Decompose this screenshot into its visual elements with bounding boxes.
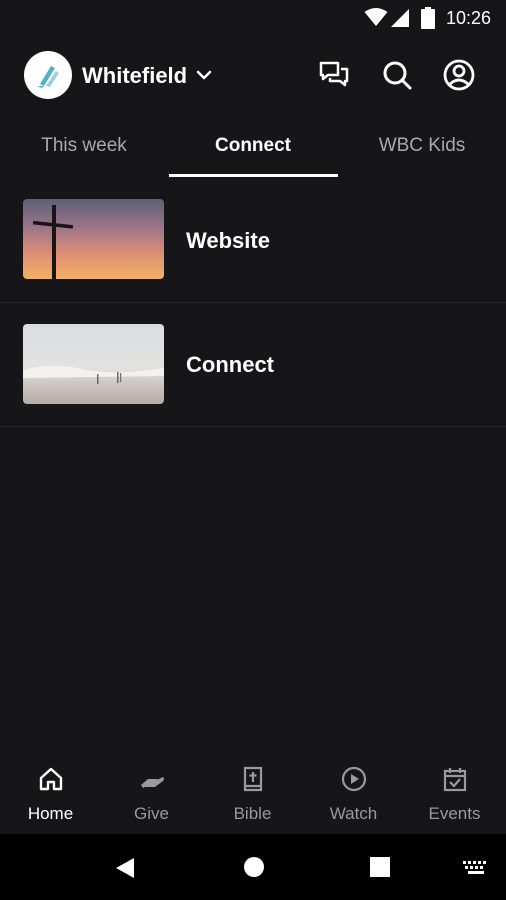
calendar-check-icon <box>443 768 467 792</box>
bible-icon <box>243 766 263 792</box>
nav-home[interactable]: Home <box>0 752 101 834</box>
chat-icon[interactable] <box>316 57 352 93</box>
recents-icon[interactable] <box>369 856 391 878</box>
nav-home-label: Home <box>27 804 74 823</box>
play-circle-icon <box>341 766 367 792</box>
connect-thumbnail <box>23 324 164 404</box>
tab-wbc-kids[interactable]: WBC Kids <box>338 126 506 178</box>
status-bar: 10:26 <box>0 0 506 36</box>
tab-connect[interactable]: Connect <box>169 126 337 178</box>
account-icon[interactable] <box>441 57 477 93</box>
give-icon <box>141 777 164 788</box>
logo-mark-icon <box>37 66 59 88</box>
website-thumbnail <box>23 199 164 279</box>
battery-icon <box>421 7 435 29</box>
church-name[interactable]: Whitefield <box>82 63 187 89</box>
connect-title: Connect <box>186 352 274 377</box>
nav-bible-label: Bible <box>233 804 272 823</box>
search-icon[interactable] <box>379 57 415 93</box>
wifi-icon <box>364 8 388 26</box>
church-logo[interactable] <box>24 51 72 99</box>
system-navigation-bar <box>0 834 506 900</box>
list-item-connect[interactable]: Connect <box>0 302 506 427</box>
nav-give[interactable]: Give <box>101 752 202 834</box>
chevron-down-icon[interactable] <box>195 66 213 84</box>
home-circle-icon[interactable] <box>243 856 265 878</box>
clock: 10:26 <box>446 8 492 28</box>
nav-give-label: Give <box>134 804 169 823</box>
home-icon <box>39 767 63 791</box>
nav-bible[interactable]: Bible <box>202 752 303 834</box>
keyboard-icon[interactable] <box>463 861 489 875</box>
back-icon[interactable] <box>114 856 136 880</box>
nav-watch-label: Watch <box>329 804 378 823</box>
nav-events-label: Events <box>428 804 481 823</box>
list-item-website[interactable]: Website <box>0 178 506 303</box>
website-title: Website <box>186 228 270 253</box>
tab-this-week[interactable]: This week <box>0 126 168 178</box>
nav-events[interactable]: Events <box>404 752 505 834</box>
nav-watch[interactable]: Watch <box>303 752 404 834</box>
tab-bar: This week Connect WBC Kids <box>0 126 506 178</box>
signal-icon <box>391 9 409 27</box>
active-tab-indicator <box>169 174 338 177</box>
app-header: Whitefield <box>0 46 506 104</box>
bottom-navigation: Home Give Bible Watch Events <box>0 752 506 834</box>
